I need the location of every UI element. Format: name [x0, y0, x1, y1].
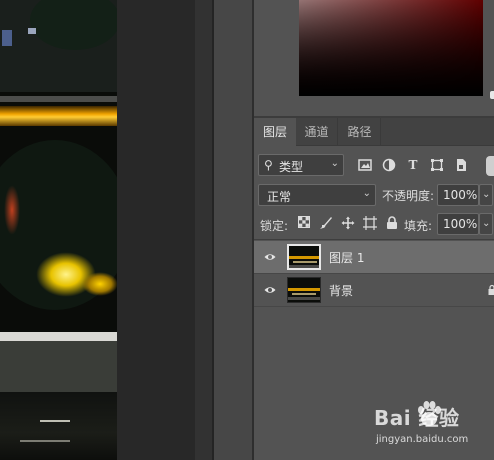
paw-logo-icon — [418, 401, 441, 426]
chevron-down-icon: ⌄ — [482, 218, 491, 229]
photoshop-workspace: 图层 通道 路径 ⚲ 类型 ⌄ T 正常 ⌄ 不透明度: 100% ⌄ 锁定: … — [0, 0, 494, 460]
opacity-value: 100% — [443, 188, 478, 202]
layer-name[interactable]: 图层 1 — [329, 249, 364, 266]
lock-artboard-icon[interactable] — [363, 216, 377, 230]
layer-filter-select[interactable]: ⚲ 类型 ⌄ — [258, 154, 344, 176]
blend-mode-select[interactable]: 正常 ⌄ — [258, 184, 376, 206]
filter-kind-label: 类型 — [279, 160, 304, 174]
layer-thumbnail — [287, 244, 321, 270]
canvas-light-strip — [0, 106, 117, 126]
color-picker-scroll-handle[interactable] — [490, 91, 494, 99]
tab-channels[interactable]: 通道 — [296, 118, 338, 146]
canvas-light-line — [0, 96, 117, 102]
layer-lock-icon — [488, 284, 494, 295]
canvas-window — [2, 30, 12, 46]
tab-layers[interactable]: 图层 — [254, 118, 296, 146]
fill-input[interactable]: 100% — [437, 213, 479, 235]
fill-value: 100% — [443, 217, 478, 231]
lock-transparent-icon[interactable] — [297, 216, 311, 230]
pasteboard-edge — [195, 0, 212, 460]
canvas-glow — [82, 272, 117, 296]
layer-thumbnail — [287, 277, 321, 303]
canvas-water — [0, 392, 117, 460]
opacity-dropdown-button[interactable]: ⌄ — [479, 184, 493, 206]
shape-filter-icon[interactable] — [430, 158, 444, 172]
opacity-input[interactable]: 100% — [437, 184, 479, 206]
tab-paths[interactable]: 路径 — [339, 118, 381, 146]
fill-dropdown-button[interactable]: ⌄ — [479, 213, 493, 235]
canvas-window — [28, 28, 36, 34]
search-icon: ⚲ — [264, 158, 273, 172]
document-canvas[interactable] — [0, 0, 117, 460]
layer-row[interactable]: 背景 — [254, 274, 494, 306]
layers-panel-dock: 图层 通道 路径 ⚲ 类型 ⌄ T 正常 ⌄ 不透明度: 100% ⌄ 锁定: … — [254, 0, 494, 460]
baidu-jingyan-watermark: Bai 经验 jingyan.baidu.com — [370, 398, 490, 458]
lock-position-icon[interactable] — [341, 216, 355, 230]
canvas-reflection — [40, 420, 70, 422]
type-filter-icon[interactable]: T — [406, 158, 420, 172]
visibility-eye-icon[interactable] — [264, 251, 276, 263]
lock-label: 锁定: — [260, 219, 289, 233]
panel-dock-strip — [214, 0, 252, 460]
canvas-wall — [0, 332, 117, 392]
fill-label: 填充: — [404, 219, 433, 233]
visibility-eye-icon[interactable] — [264, 284, 276, 296]
color-picker-field[interactable] — [299, 0, 483, 96]
opacity-label: 不透明度: — [382, 189, 435, 203]
canvas-glow — [4, 185, 20, 235]
layers-list-separator — [254, 239, 494, 240]
blend-mode-value: 正常 — [267, 190, 292, 204]
watermark-url: jingyan.baidu.com — [376, 434, 469, 445]
image-filter-icon[interactable] — [358, 158, 372, 172]
canvas-pasteboard — [117, 0, 195, 460]
canvas-reflection — [20, 440, 70, 442]
layer-name[interactable]: 背景 — [329, 282, 353, 299]
adjustment-filter-icon[interactable] — [382, 158, 396, 172]
lock-all-icon[interactable] — [385, 216, 399, 230]
panel-tab-bar: 图层 通道 路径 — [254, 118, 494, 146]
row-divider — [254, 306, 494, 307]
smart-object-filter-icon[interactable] — [454, 158, 468, 172]
chevron-down-icon: ⌄ — [482, 189, 491, 200]
lock-image-icon[interactable] — [319, 216, 333, 230]
chevron-down-icon: ⌄ — [362, 188, 371, 199]
filter-toggle-switch[interactable] — [486, 156, 494, 176]
chevron-down-icon: ⌄ — [330, 158, 339, 169]
layer-row[interactable]: 图层 1 — [254, 241, 494, 273]
canvas-wall-top — [0, 332, 117, 341]
